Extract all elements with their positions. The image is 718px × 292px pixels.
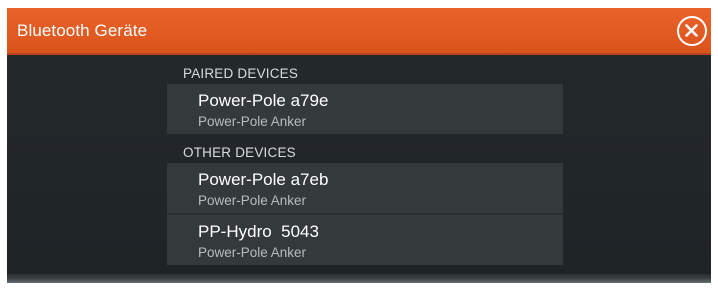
- other-devices-header: OTHER DEVICES: [183, 145, 296, 160]
- close-icon: [685, 24, 698, 37]
- paired-devices-header: PAIRED DEVICES: [183, 66, 299, 81]
- bottom-edge: [7, 274, 711, 283]
- device-name: Power-Pole a7eb: [198, 170, 329, 189]
- device-subtitle: Power-Pole Anker: [198, 193, 307, 208]
- paired-device-item[interactable]: Power-Pole a79e Power-Pole Anker: [167, 84, 563, 134]
- device-subtitle: Power-Pole Anker: [198, 114, 307, 129]
- other-device-item[interactable]: PP-Hydro 5043 Power-Pole Anker: [167, 215, 563, 265]
- bluetooth-devices-dialog: Bluetooth Geräte PAIRED DEVICES Power-Po…: [7, 8, 711, 283]
- device-subtitle: Power-Pole Anker: [198, 245, 307, 260]
- device-name: Power-Pole a79e: [198, 91, 329, 110]
- other-device-item[interactable]: Power-Pole a7eb Power-Pole Anker: [167, 163, 563, 213]
- dialog-title: Bluetooth Geräte: [17, 21, 148, 40]
- title-bar: Bluetooth Geräte: [7, 8, 711, 55]
- device-name: PP-Hydro 5043: [198, 222, 319, 241]
- close-button[interactable]: [677, 16, 707, 46]
